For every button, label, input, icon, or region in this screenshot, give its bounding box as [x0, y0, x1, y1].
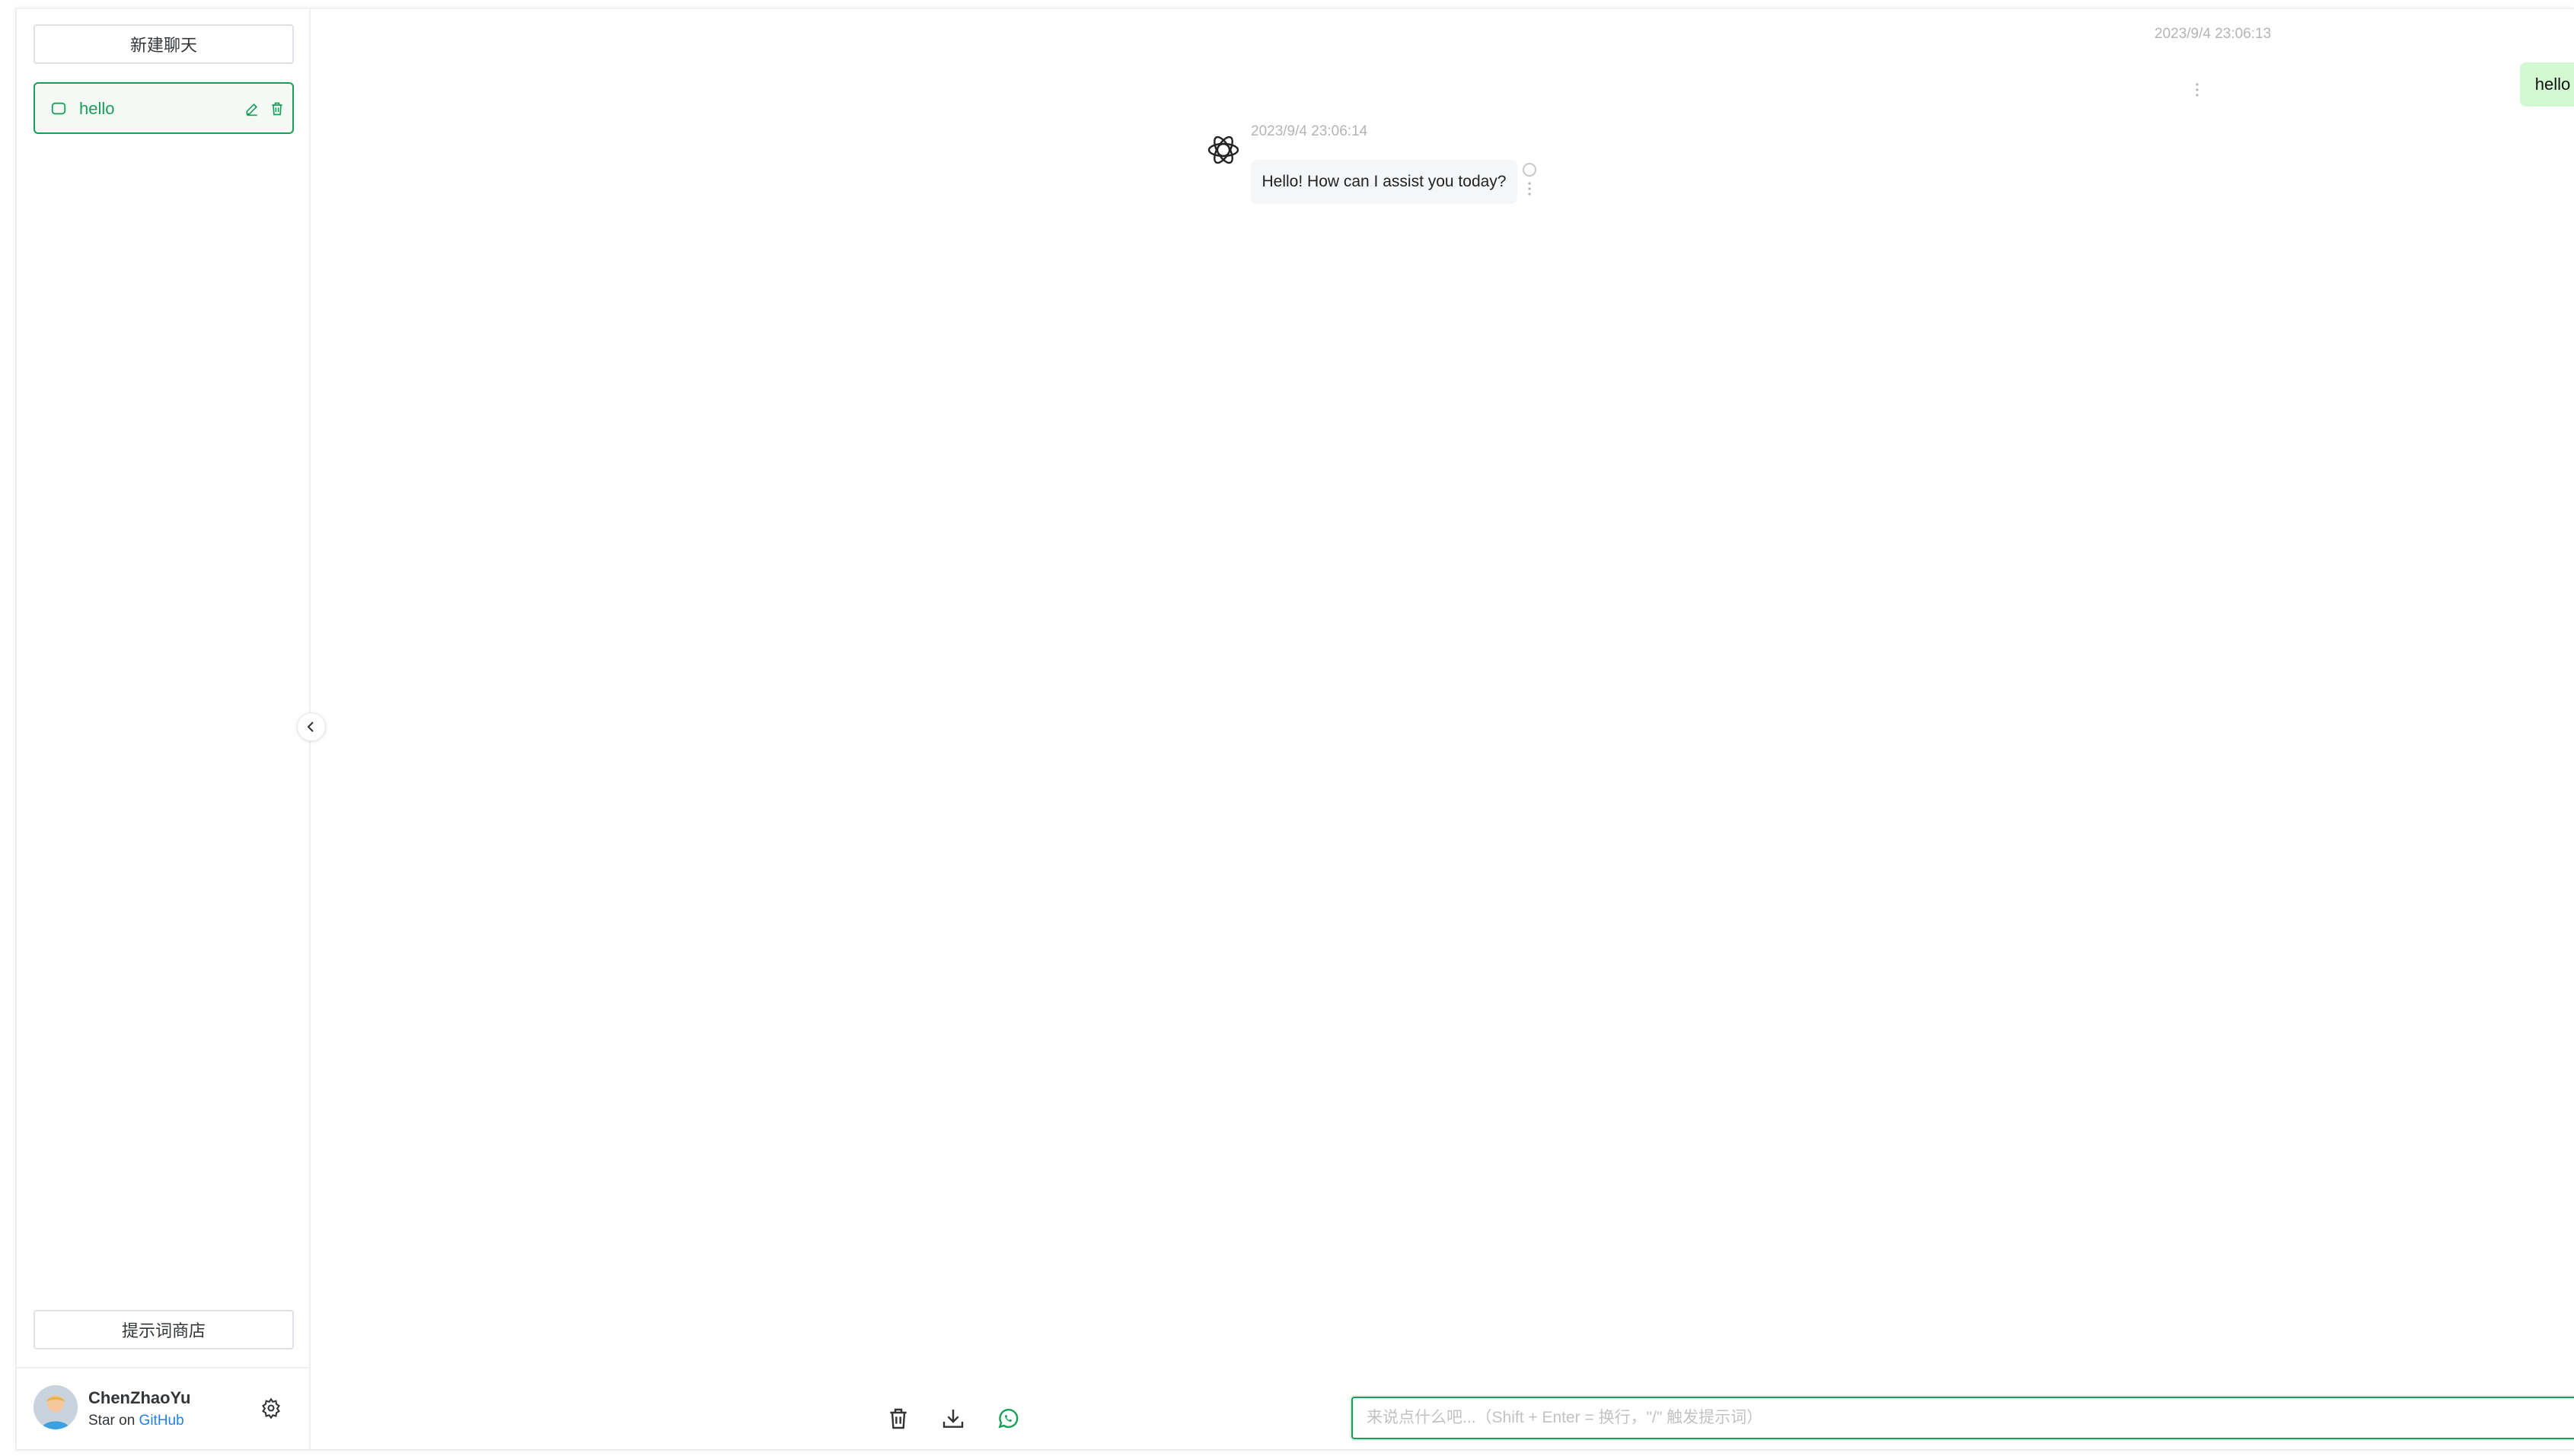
app-root: 新建聊天 hello 提示词商店 ChenZhaoYu Star on GitH… [0, 0, 2574, 1456]
gear-icon[interactable] [260, 1397, 282, 1419]
message-icon [51, 102, 66, 115]
user-subtitle: Star on GitHub [88, 1413, 184, 1429]
download-icon[interactable] [941, 1407, 965, 1431]
message-timestamp: 2023/9/4 23:06:14 [1251, 123, 1368, 139]
user-name: ChenZhaoYu [88, 1388, 191, 1407]
new-chat-button[interactable]: 新建聊天 [33, 24, 294, 64]
user-message-bubble: hello [2520, 62, 2574, 107]
more-icon[interactable] [1526, 181, 1533, 196]
avatar [33, 1385, 78, 1429]
chat-main: 2023/9/4 23:06:13 hello 2023/9/4 23:06:1… [312, 9, 2574, 1449]
chat-item-title: hello [79, 99, 115, 118]
edit-icon[interactable] [244, 101, 260, 116]
assistant-message-bubble: Hello! How can I assist you today? [1251, 160, 1517, 204]
more-icon[interactable] [2194, 82, 2200, 97]
openai-logo-icon [1207, 135, 1239, 164]
user-subtitle-prefix: Star on [88, 1413, 136, 1429]
sidebar: 新建聊天 hello 提示词商店 ChenZhaoYu Star on GitH… [17, 9, 311, 1449]
message-timestamp: 2023/9/4 23:06:13 [2155, 26, 2272, 42]
trash-icon[interactable] [886, 1407, 911, 1431]
status-indicator [1523, 163, 1536, 177]
whatsapp-icon[interactable] [996, 1407, 1020, 1431]
message-input[interactable] [1351, 1397, 2574, 1439]
github-link[interactable]: GitHub [139, 1413, 184, 1429]
user-info-panel: ChenZhaoYu Star on GitHub [17, 1367, 311, 1448]
chat-list-item[interactable]: hello [33, 82, 294, 134]
trash-icon[interactable] [270, 101, 285, 116]
prompt-store-button[interactable]: 提示词商店 [33, 1310, 294, 1349]
